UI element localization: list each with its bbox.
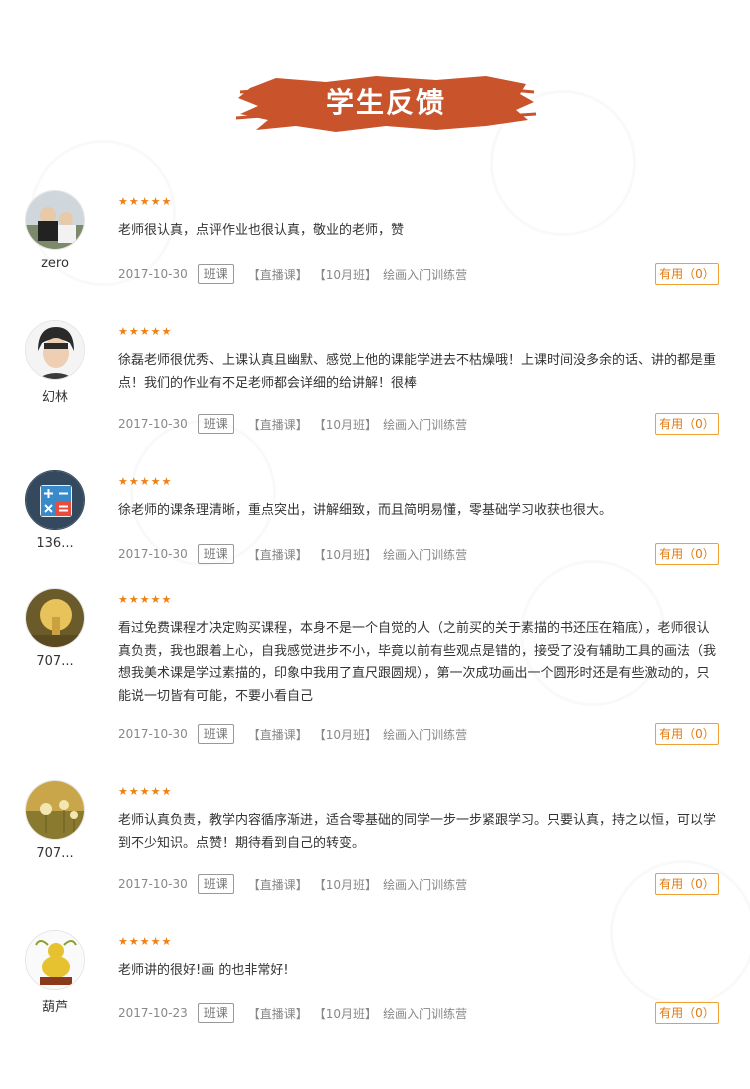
review-date: 2017-10-30	[118, 547, 188, 561]
photo-dandelion-avatar	[26, 781, 84, 839]
useful-button[interactable]: 有用（0）	[655, 263, 719, 285]
review-text: 徐老师的课条理清晰，重点突出，讲解细致，而且简明易懂，零基础学习收获也很大。	[118, 503, 613, 518]
feedback-page: 学生反馈 zero ★★★★★ 老师很认真，点评作业也很认真，敬业的老师，赞 2…	[0, 0, 750, 1089]
user-info: 707...	[22, 588, 88, 669]
live-tag: 【直播课】	[247, 1006, 308, 1021]
username: 幻林	[41, 390, 68, 405]
review-meta: 2017-10-30 班课 【直播课】 【10月班】 绘画入门训练营	[118, 873, 473, 895]
avatar[interactable]	[25, 930, 85, 990]
star-rating: ★★★★★	[118, 785, 173, 798]
live-tag: 【直播课】	[247, 417, 308, 432]
review-date: 2017-10-30	[118, 727, 188, 741]
course-name: 绘画入门训练营	[383, 727, 468, 742]
avatar[interactable]	[25, 190, 85, 250]
user-info: 136...	[22, 470, 88, 551]
course-name: 绘画入门训练营	[383, 547, 468, 562]
class-type-tag: 班课	[197, 874, 234, 894]
review-meta: 2017-10-23 班课 【直播课】 【10月班】 绘画入门训练营	[118, 1002, 473, 1024]
class-tag: 【10月班】	[313, 547, 378, 562]
star-rating: ★★★★★	[118, 935, 173, 948]
course-name: 绘画入门训练营	[383, 1006, 468, 1021]
review-text: 老师很认真，点评作业也很认真，敬业的老师，赞	[118, 223, 405, 238]
username: 707...	[36, 846, 74, 861]
review-date: 2017-10-30	[118, 877, 188, 891]
course-name: 绘画入门训练营	[383, 417, 468, 432]
username: 葫芦	[41, 1000, 68, 1015]
review-meta: 2017-10-30 班课 【直播课】 【10月班】 绘画入门训练营	[118, 413, 473, 435]
star-rating: ★★★★★	[118, 195, 173, 208]
avatar[interactable]	[25, 780, 85, 840]
useful-button[interactable]: 有用（0）	[655, 1002, 719, 1024]
class-type-tag: 班课	[197, 414, 234, 434]
photo-golden-avatar	[26, 589, 84, 647]
review-date: 2017-10-30	[118, 417, 188, 431]
username: zero	[41, 256, 69, 271]
star-rating: ★★★★★	[118, 325, 173, 338]
calculator-icon	[26, 471, 84, 529]
review-date: 2017-10-23	[118, 1006, 188, 1020]
useful-button[interactable]: 有用（0）	[655, 873, 719, 895]
class-type-tag: 班课	[197, 724, 234, 744]
useful-button[interactable]: 有用（0）	[655, 413, 719, 435]
class-tag: 【10月班】	[313, 727, 378, 742]
class-type-tag: 班课	[197, 544, 234, 564]
review-text: 老师讲的很好!画 的也非常好!	[118, 963, 289, 978]
review-meta: 2017-10-30 班课 【直播课】 【10月班】 绘画入门训练营	[118, 723, 473, 745]
class-tag: 【10月班】	[313, 1006, 378, 1021]
avatar[interactable]	[25, 470, 85, 530]
page-title: 学生反馈	[325, 86, 446, 119]
photo-couple-avatar	[26, 191, 84, 249]
review-text: 老师认真负责，教学内容循序渐进，适合零基础的同学一步一步紧跟学习。只要认真，持之…	[118, 813, 717, 851]
live-tag: 【直播课】	[247, 727, 308, 742]
user-info: 幻林	[22, 320, 88, 405]
user-info: 葫芦	[22, 930, 88, 1015]
live-tag: 【直播课】	[247, 267, 308, 282]
star-rating: ★★★★★	[118, 475, 173, 488]
username: 707...	[36, 654, 74, 669]
title-banner: 学生反馈	[236, 70, 536, 136]
useful-button[interactable]: 有用（0）	[655, 723, 719, 745]
user-info: zero	[22, 190, 88, 271]
user-info: 707...	[22, 780, 88, 861]
useful-button[interactable]: 有用（0）	[655, 543, 719, 565]
class-tag: 【10月班】	[313, 267, 378, 282]
course-name: 绘画入门训练营	[383, 267, 468, 282]
review-text: 徐磊老师很优秀、上课认真且幽默、感觉上他的课能学进去不枯燥哦！上课时间没多余的话…	[118, 353, 717, 391]
star-rating: ★★★★★	[118, 593, 173, 606]
class-type-tag: 班课	[197, 1003, 234, 1023]
review-date: 2017-10-30	[118, 267, 188, 281]
review-text: 看过免费课程才决定购买课程，本身不是一个自觉的人（之前买的关于素描的书还压在箱底…	[118, 621, 717, 704]
photo-gourd-avatar	[26, 931, 84, 989]
username: 136...	[36, 536, 74, 551]
review-meta: 2017-10-30 班课 【直播课】 【10月班】 绘画入门训练营	[118, 543, 473, 565]
live-tag: 【直播课】	[247, 547, 308, 562]
class-tag: 【10月班】	[313, 417, 378, 432]
course-name: 绘画入门训练营	[383, 877, 468, 892]
class-type-tag: 班课	[197, 264, 234, 284]
review-meta: 2017-10-30 班课 【直播课】 【10月班】 绘画入门训练营	[118, 263, 473, 285]
photo-portrait-avatar	[26, 321, 84, 379]
avatar[interactable]	[25, 588, 85, 648]
class-tag: 【10月班】	[313, 877, 378, 892]
live-tag: 【直播课】	[247, 877, 308, 892]
avatar[interactable]	[25, 320, 85, 380]
